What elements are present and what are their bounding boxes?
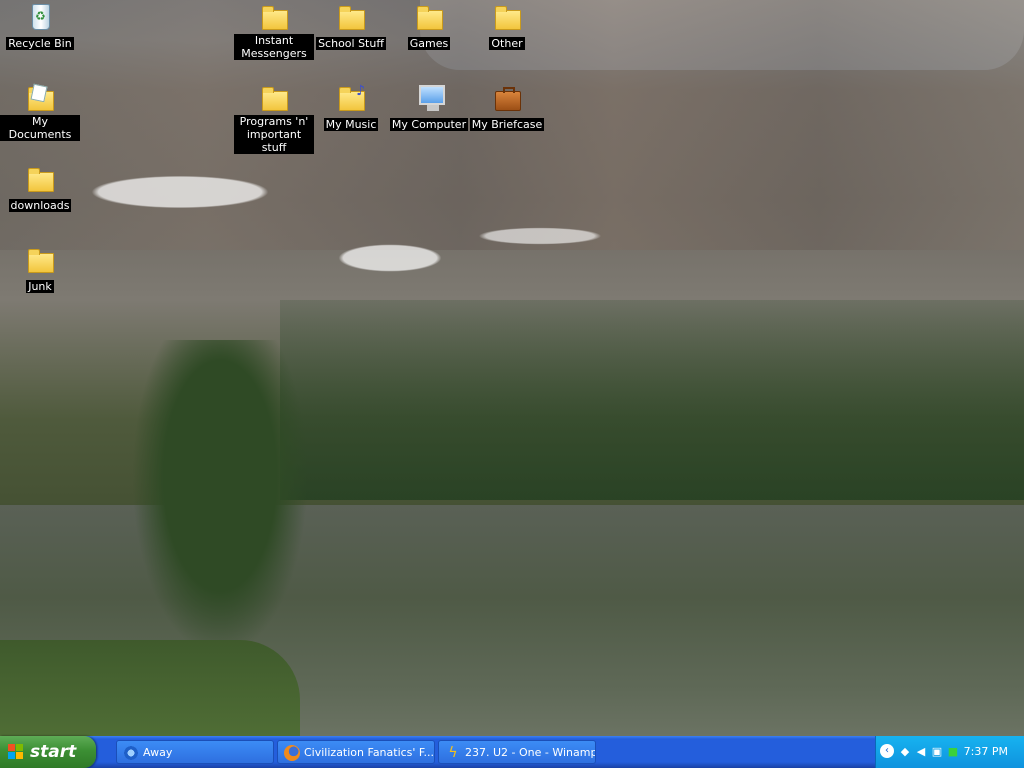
taskbar: start Away Civilization Fanatics' F... ϟ… <box>0 736 1024 768</box>
desktop-icon-school-stuff[interactable]: School Stuff <box>311 2 391 51</box>
task-label: Away <box>143 746 173 759</box>
taskbar-button-away[interactable]: Away <box>116 740 274 764</box>
my-documents-icon <box>24 83 56 113</box>
volume-icon[interactable]: ◀ <box>914 745 928 759</box>
desktop-icon-programs[interactable]: Programs 'n' important stuff <box>234 83 314 155</box>
briefcase-icon <box>491 83 523 113</box>
my-computer-icon <box>413 83 445 113</box>
folder-icon <box>413 2 445 32</box>
taskbar-button-winamp[interactable]: ϟ 237. U2 - One - Winamp <box>438 740 596 764</box>
my-music-icon: ♪ <box>335 83 367 113</box>
desktop-icon-other[interactable]: Other <box>467 2 547 51</box>
desktop-icon-recycle-bin[interactable]: Recycle Bin <box>0 2 80 51</box>
desktop-icon-instant-messengers[interactable]: Instant Messengers <box>234 2 314 61</box>
windows-logo-icon <box>8 744 24 760</box>
folder-icon <box>335 2 367 32</box>
desktop-icon-my-computer[interactable]: My Computer <box>389 83 469 132</box>
task-label: Civilization Fanatics' F... <box>304 746 434 759</box>
messenger-icon <box>123 745 139 761</box>
recycle-bin-icon <box>24 2 56 32</box>
start-button[interactable]: start <box>0 736 96 768</box>
wallpaper-forest <box>280 300 1024 500</box>
winamp-icon: ϟ <box>448 745 458 761</box>
start-label: start <box>30 742 77 762</box>
clock[interactable]: 7:37 PM <box>964 736 1008 768</box>
firefox-icon <box>284 745 300 761</box>
folder-icon <box>258 83 290 113</box>
show-hidden-icon[interactable]: ‹ <box>880 744 894 758</box>
desktop-icon-my-briefcase[interactable]: My Briefcase <box>467 83 547 132</box>
desktop-icon-my-documents[interactable]: My Documents <box>0 83 80 142</box>
monitor-icon[interactable]: ■ <box>946 745 960 759</box>
taskbar-button-firefox[interactable]: Civilization Fanatics' F... <box>277 740 435 764</box>
folder-icon <box>24 164 56 194</box>
task-label: 237. U2 - One - Winamp <box>465 746 596 759</box>
desktop-icon-junk[interactable]: Junk <box>0 245 80 294</box>
desktop[interactable]: Recycle Bin Instant Messengers School St… <box>0 0 1024 736</box>
desktop-icon-my-music[interactable]: ♪ My Music <box>311 83 391 132</box>
wallpaper-snow <box>60 170 660 280</box>
wallpaper-tree <box>120 340 320 680</box>
desktop-icon-downloads[interactable]: downloads <box>0 164 80 213</box>
safely-remove-icon[interactable]: ▣ <box>930 745 944 759</box>
folder-icon <box>258 2 290 32</box>
wallpaper-shore <box>0 640 300 736</box>
system-tray: ‹ ◆ ◀ ▣ ■ 7:37 PM <box>875 736 1024 768</box>
folder-icon <box>491 2 523 32</box>
desktop-icon-games[interactable]: Games <box>389 2 469 51</box>
network-icon[interactable]: ◆ <box>898 745 912 759</box>
folder-icon <box>24 245 56 275</box>
